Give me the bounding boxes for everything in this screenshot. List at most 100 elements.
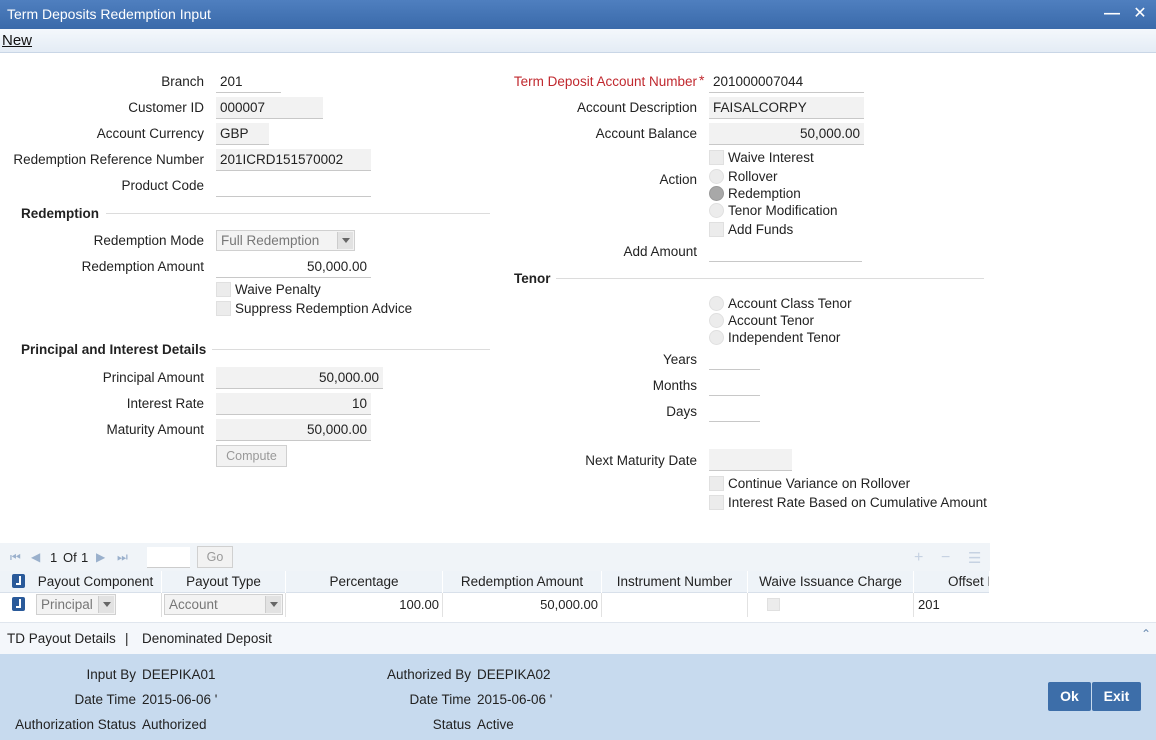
branch-label: Branch [161, 74, 204, 89]
percentage-cell[interactable]: 100.00 [286, 593, 443, 617]
tab-separator: | [125, 631, 129, 646]
days-field[interactable] [709, 400, 760, 422]
exit-button[interactable]: Exit [1092, 682, 1141, 711]
rollover-radio[interactable] [709, 169, 724, 184]
close-icon[interactable]: ✕ [1129, 3, 1151, 25]
single-view-icon[interactable]: ☰ [968, 549, 981, 567]
column-header[interactable]: Payout Component [30, 571, 162, 593]
product-code-field[interactable] [216, 175, 371, 197]
column-header[interactable]: Instrument Number [602, 571, 748, 593]
ok-button[interactable]: Ok [1048, 682, 1091, 711]
next-page-icon[interactable]: ▶ [96, 550, 105, 564]
add-amount-field[interactable] [709, 240, 862, 262]
interest-rate-field[interactable]: 10 [216, 393, 371, 415]
rate-cumulative-checkbox[interactable] [709, 495, 724, 510]
redemption-reference-field[interactable]: 201ICRD151570002 [216, 149, 371, 171]
redemption-amount-label: Redemption Amount [81, 259, 204, 274]
redemption-section-title: Redemption [21, 206, 100, 221]
tenor-modification-radio[interactable] [709, 203, 724, 218]
chevron-down-icon [98, 596, 114, 613]
authorization-status-label: Authorization Status [15, 717, 136, 732]
section-divider [212, 349, 490, 350]
first-page-icon[interactable]: ⏮ [10, 550, 21, 565]
payout-type-select[interactable]: Account [164, 594, 283, 615]
current-page: 1 [50, 550, 58, 565]
account-tenor-radio[interactable] [709, 313, 724, 328]
next-maturity-label: Next Maturity Date [585, 453, 697, 468]
branch-field[interactable]: 201 [216, 71, 281, 93]
redemption-reference-label: Redemption Reference Number [13, 152, 204, 167]
waive-interest-checkbox[interactable] [709, 150, 724, 165]
authorized-by-value: DEEPIKA02 [477, 667, 551, 682]
page-of-label: Of [63, 550, 77, 565]
authorized-by-label: Authorized By [386, 667, 471, 682]
action-label: Action [659, 172, 697, 187]
add-row-icon[interactable]: + [914, 549, 923, 567]
independent-tenor-label: Independent Tenor [728, 330, 841, 345]
tab-denominated-deposit[interactable]: Denominated Deposit [142, 631, 272, 646]
tab-td-payout-details[interactable]: TD Payout Details [7, 631, 116, 646]
account-currency-field[interactable]: GBP [216, 123, 269, 145]
principal-section-title: Principal and Interest Details [21, 342, 207, 357]
redemption-label: Redemption [728, 186, 801, 201]
page-input[interactable] [147, 547, 190, 568]
account-class-tenor-radio[interactable] [709, 296, 724, 311]
account-description-field[interactable]: FAISALCORPY [709, 97, 864, 119]
previous-page-icon[interactable]: ◀ [31, 550, 40, 564]
rate-cumulative-label: Interest Rate Based on Cumulative Amount [728, 495, 987, 510]
column-header[interactable]: Waive Issuance Charge [748, 571, 914, 593]
table-row[interactable]: Principal Account 100.00 50,000.00 201 [0, 593, 990, 617]
minimize-icon[interactable]: — [1101, 3, 1123, 25]
go-button[interactable]: Go [197, 546, 233, 568]
delete-row-icon[interactable]: − [941, 549, 950, 567]
column-header[interactable]: Percentage [286, 571, 443, 593]
column-header[interactable]: Redemption Amount [443, 571, 602, 593]
years-field[interactable] [709, 348, 760, 370]
waive-penalty-checkbox[interactable] [216, 282, 231, 297]
redemption-mode-select[interactable]: Full Redemption [216, 230, 355, 251]
account-balance-label: Account Balance [595, 126, 697, 141]
column-header[interactable]: Offset B [914, 571, 990, 593]
payout-type-cell: Account [162, 593, 286, 617]
maturity-amount-label: Maturity Amount [106, 422, 204, 437]
status-label: Status [432, 717, 471, 732]
column-header[interactable]: Payout Type [162, 571, 286, 593]
add-funds-checkbox[interactable] [709, 222, 724, 237]
chevron-down-icon [337, 232, 353, 249]
continue-variance-checkbox[interactable] [709, 476, 724, 491]
instrument-number-cell[interactable] [602, 593, 748, 617]
td-account-field[interactable]: 201000007044 [709, 71, 864, 93]
input-by-value: DEEPIKA01 [142, 667, 216, 682]
last-page-icon[interactable]: ⏭ [117, 550, 128, 565]
product-code-label: Product Code [121, 178, 204, 193]
offset-branch-cell[interactable]: 201 [914, 593, 990, 617]
redemption-radio[interactable] [709, 186, 724, 201]
tenor-modification-label: Tenor Modification [728, 203, 838, 218]
waive-penalty-label: Waive Penalty [235, 282, 321, 297]
select-all-checkbox[interactable] [12, 574, 25, 588]
date-time-label: Date Time [74, 692, 136, 707]
new-link[interactable]: New [2, 32, 32, 49]
window-title: Term Deposits Redemption Input [7, 6, 211, 22]
months-field[interactable] [709, 374, 760, 396]
account-balance-field[interactable]: 50,000.00 [709, 123, 864, 145]
suppress-advice-checkbox[interactable] [216, 301, 231, 316]
payout-component-select[interactable]: Principal [36, 594, 116, 615]
account-description-label: Account Description [576, 100, 697, 115]
interest-rate-label: Interest Rate [126, 396, 204, 411]
next-maturity-field[interactable] [709, 449, 792, 471]
independent-tenor-radio[interactable] [709, 330, 724, 345]
row-checkbox[interactable] [12, 597, 25, 611]
chevron-up-icon[interactable]: ⌃ [1141, 627, 1151, 641]
redemption-amount-field[interactable]: 50,000.00 [216, 256, 371, 278]
compute-button[interactable]: Compute [216, 445, 287, 467]
grid-toolbar: ⏮ ◀ 1 Of 1 ▶ ⏭ Go + − ☰ [0, 543, 990, 571]
payout-component-value: Principal [41, 597, 93, 612]
waive-issuance-checkbox[interactable] [767, 598, 780, 611]
redemption-mode-label: Redemption Mode [93, 233, 204, 248]
account-currency-label: Account Currency [96, 126, 204, 141]
maturity-amount-field[interactable]: 50,000.00 [216, 419, 371, 441]
principal-amount-field[interactable]: 50,000.00 [216, 367, 383, 389]
customer-id-field[interactable]: 000007 [216, 97, 323, 119]
redemption-amount-cell[interactable]: 50,000.00 [443, 593, 602, 617]
